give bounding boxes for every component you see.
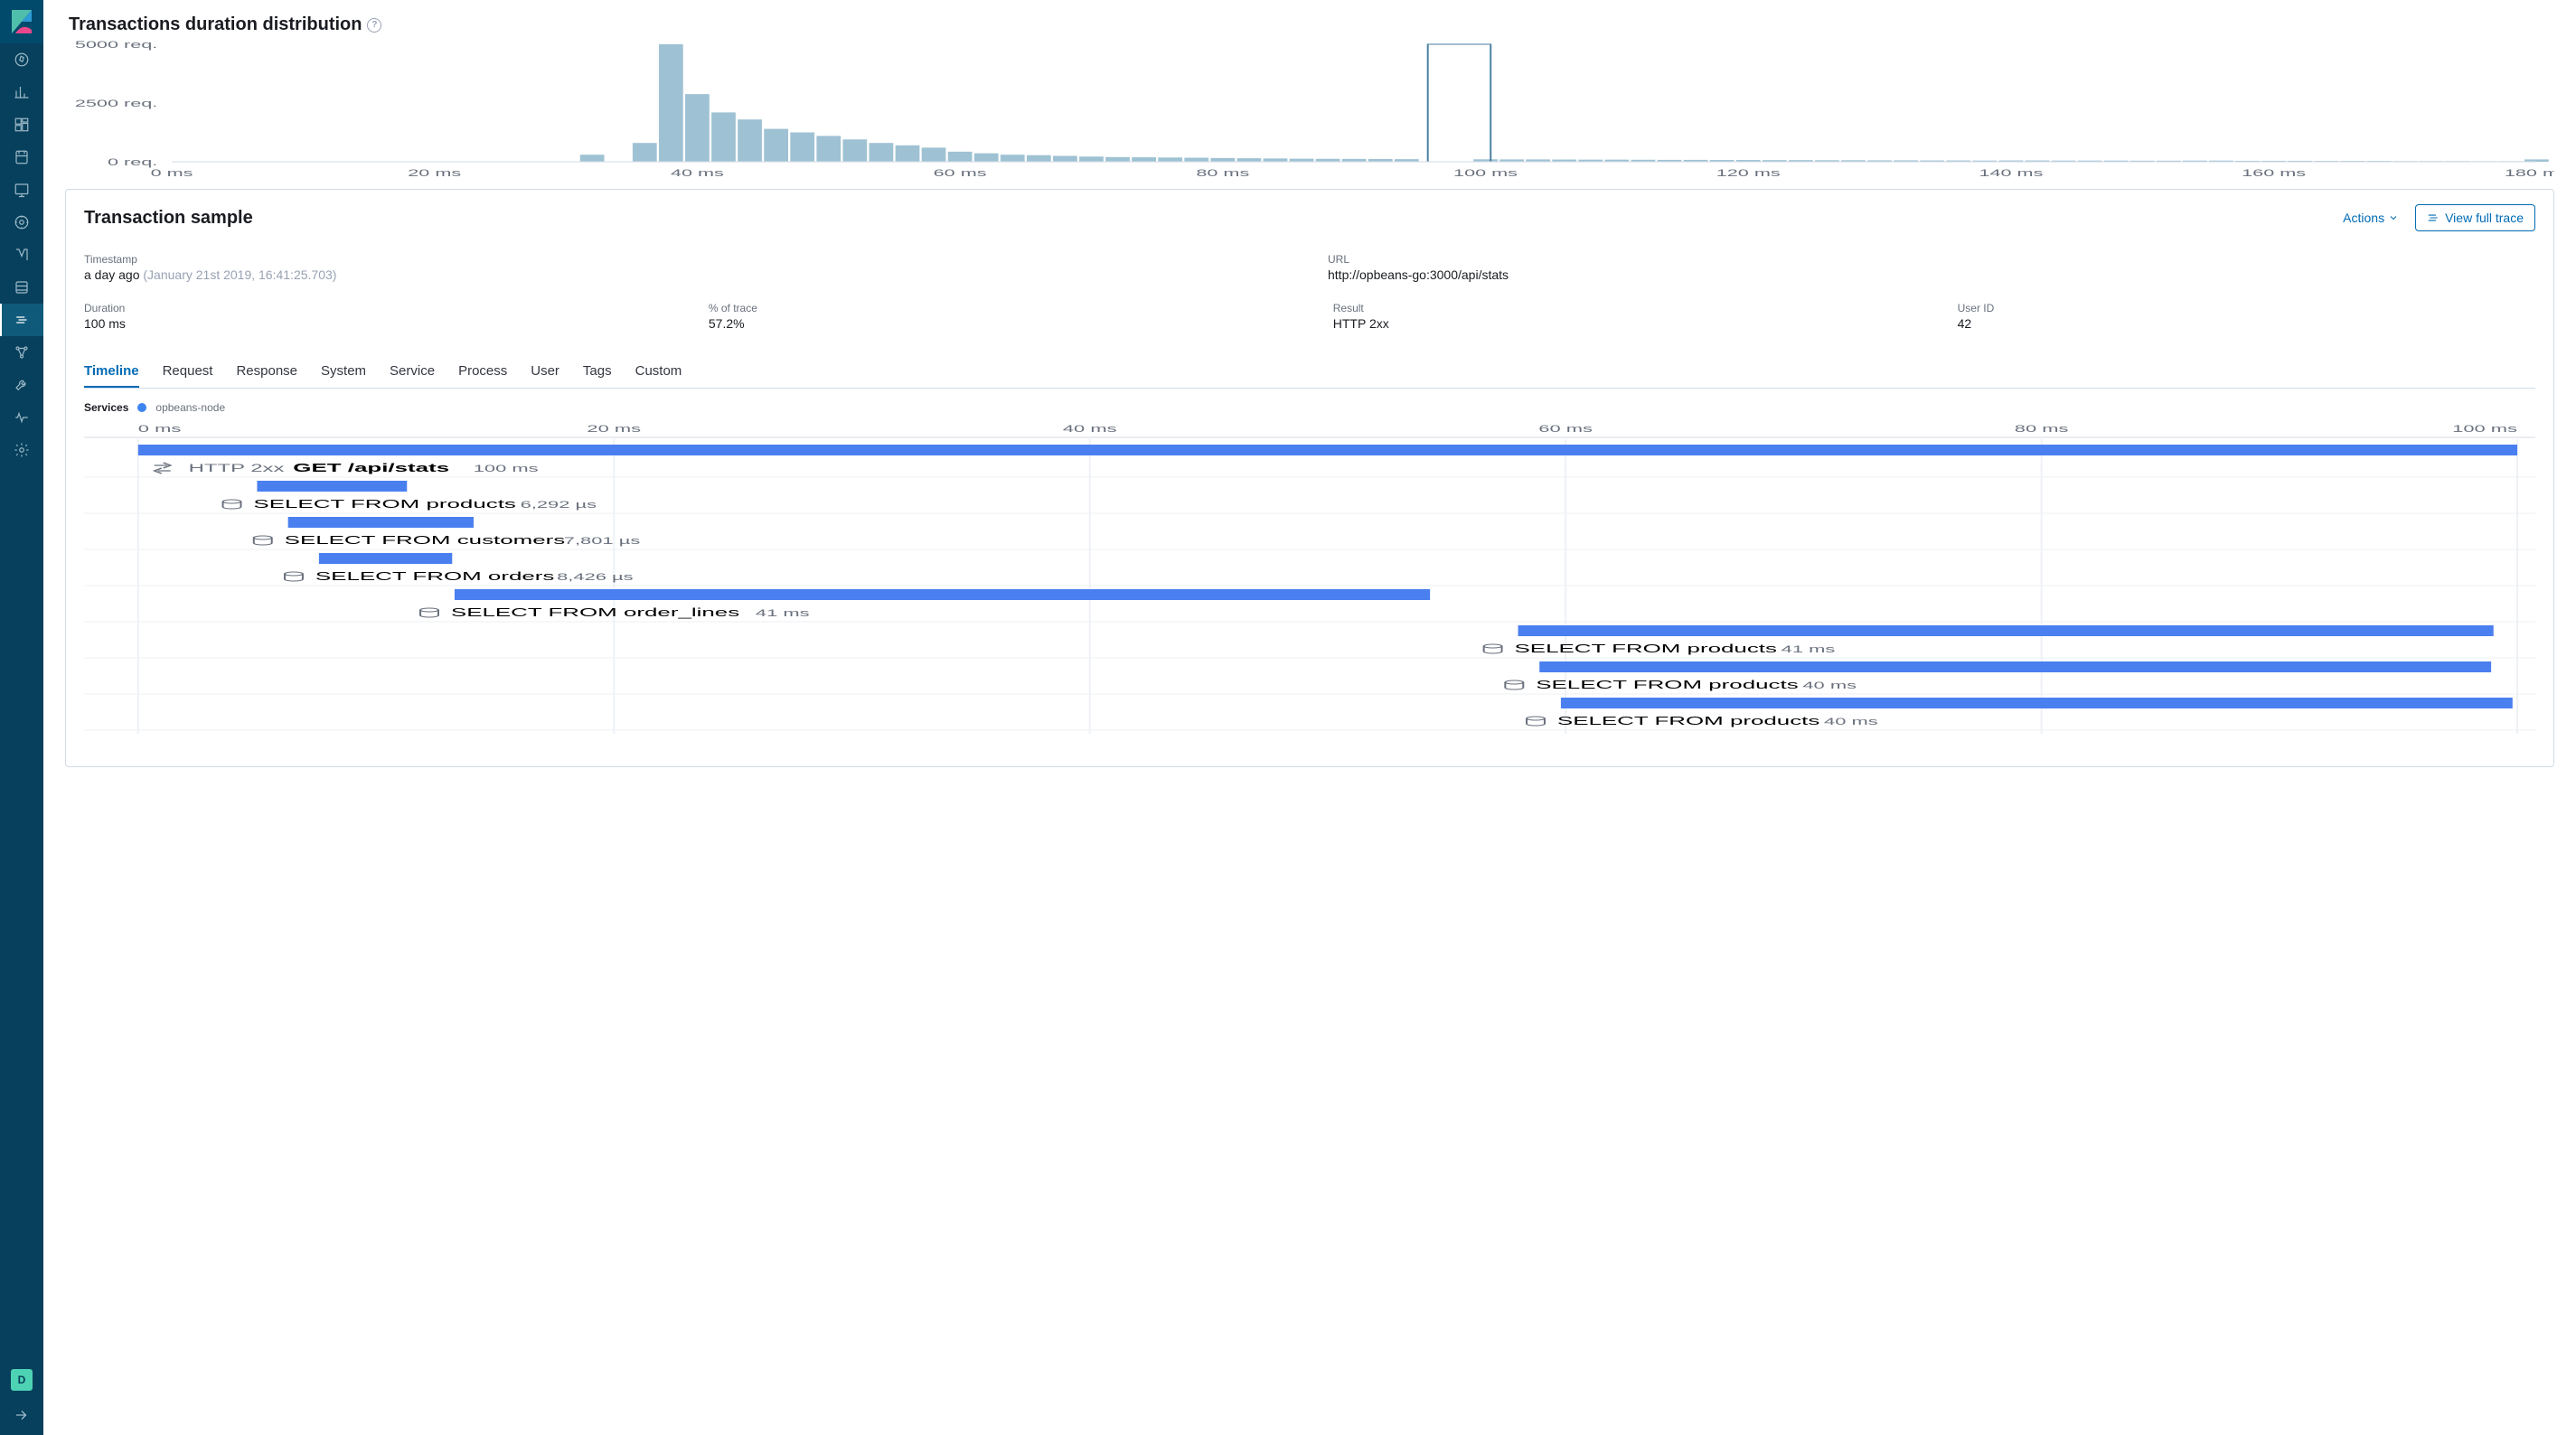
svg-text:SELECT FROM products: SELECT FROM products bbox=[1557, 715, 1819, 728]
svg-text:40 ms: 40 ms bbox=[1802, 680, 1857, 691]
svg-text:41 ms: 41 ms bbox=[756, 607, 810, 619]
svg-text:40 ms: 40 ms bbox=[1824, 716, 1878, 727]
panel-title: Transaction sample bbox=[84, 208, 2343, 229]
tab-service[interactable]: Service bbox=[390, 354, 435, 388]
nav-timelion-icon[interactable] bbox=[0, 141, 43, 174]
nav-discover-icon[interactable] bbox=[0, 43, 43, 76]
svg-text:2500 req.: 2500 req. bbox=[75, 98, 157, 109]
svg-text:60 ms: 60 ms bbox=[934, 167, 987, 179]
svg-text:GET /api/stats: GET /api/stats bbox=[293, 462, 449, 475]
nav-canvas-icon[interactable] bbox=[0, 174, 43, 206]
tab-tags[interactable]: Tags bbox=[583, 354, 612, 388]
svg-text:40 ms: 40 ms bbox=[671, 167, 724, 179]
nav-ml-icon[interactable] bbox=[0, 239, 43, 271]
nav-graph-icon[interactable] bbox=[0, 336, 43, 369]
svg-text:SELECT FROM orders: SELECT FROM orders bbox=[315, 570, 555, 584]
svg-text:20 ms: 20 ms bbox=[587, 423, 641, 435]
svg-text:8,426 µs: 8,426 µs bbox=[557, 571, 634, 583]
result-label: Result bbox=[1333, 302, 1922, 314]
duration-value: 100 ms bbox=[84, 316, 672, 331]
url-label: URL bbox=[1328, 253, 2535, 266]
sidebar: D bbox=[0, 0, 43, 1435]
svg-text:100 ms: 100 ms bbox=[1453, 167, 1518, 179]
trace-icon bbox=[2427, 211, 2440, 224]
svg-text:6,292 µs: 6,292 µs bbox=[521, 499, 597, 511]
kibana-logo[interactable] bbox=[0, 0, 43, 43]
tab-custom[interactable]: Custom bbox=[635, 354, 682, 388]
svg-text:SELECT FROM products: SELECT FROM products bbox=[1515, 642, 1777, 656]
nav-visualize-icon[interactable] bbox=[0, 76, 43, 108]
tabs: Timeline Request Response System Service Proc… bbox=[84, 354, 2535, 389]
svg-text:5000 req.: 5000 req. bbox=[75, 39, 157, 51]
timestamp-label: Timestamp bbox=[84, 253, 1292, 266]
histogram-chart[interactable]: 0 req. 2500 req. 5000 req. 0 ms 20 ms 40 ms 60… bbox=[65, 39, 2554, 180]
svg-text:SELECT FROM products: SELECT FROM products bbox=[253, 498, 515, 511]
url-value: http://opbeans-go:3000/api/stats bbox=[1328, 267, 2535, 282]
avatar[interactable]: D bbox=[11, 1369, 33, 1391]
user-value: 42 bbox=[1958, 316, 2546, 331]
view-full-trace-button[interactable]: View full trace bbox=[2415, 204, 2535, 231]
svg-text:120 ms: 120 ms bbox=[1716, 167, 1781, 179]
tab-user[interactable]: User bbox=[531, 354, 559, 388]
nav-dashboard-icon[interactable] bbox=[0, 108, 43, 141]
timeline-waterfall[interactable]: 0 ms 20 ms 40 ms 60 ms 80 ms 100 ms HTTP 2xx GE… bbox=[84, 419, 2535, 745]
svg-text:0 req.: 0 req. bbox=[108, 156, 157, 168]
svg-text:140 ms: 140 ms bbox=[1979, 167, 2043, 179]
svg-text:SELECT FROM products: SELECT FROM products bbox=[1536, 679, 1798, 692]
nav-infra-icon[interactable] bbox=[0, 271, 43, 304]
svg-text:180 ms: 180 ms bbox=[2505, 167, 2554, 179]
svg-text:SELECT FROM order_lines: SELECT FROM order_lines bbox=[451, 606, 739, 620]
chart-title: Transactions duration distribution ? bbox=[69, 14, 2554, 35]
svg-text:SELECT FROM customers: SELECT FROM customers bbox=[285, 534, 566, 548]
result-value: HTTP 2xx bbox=[1333, 316, 1922, 331]
actions-dropdown[interactable]: Actions bbox=[2343, 211, 2399, 225]
tab-timeline[interactable]: Timeline bbox=[84, 354, 139, 388]
collapse-sidebar-icon[interactable] bbox=[14, 1407, 30, 1428]
svg-text:7,801 µs: 7,801 µs bbox=[564, 535, 641, 547]
tab-process[interactable]: Process bbox=[458, 354, 507, 388]
transaction-sample-panel: Transaction sample Actions View full tra… bbox=[65, 189, 2554, 767]
timestamp-value: a day ago (January 21st 2019, 16:41:25.7… bbox=[84, 267, 1292, 282]
nav-devtools-icon[interactable] bbox=[0, 369, 43, 401]
svg-text:80 ms: 80 ms bbox=[2015, 423, 2069, 435]
main-content: Transactions duration distribution ? 0 r… bbox=[43, 0, 2576, 1435]
svg-text:41 ms: 41 ms bbox=[1782, 643, 1836, 655]
nav-maps-icon[interactable] bbox=[0, 206, 43, 239]
nav-monitoring-icon[interactable] bbox=[0, 401, 43, 434]
nav-apm-icon[interactable] bbox=[0, 304, 43, 336]
nav-management-icon[interactable] bbox=[0, 434, 43, 466]
service-name: opbeans-node bbox=[155, 401, 225, 414]
svg-text:HTTP 2xx: HTTP 2xx bbox=[189, 463, 285, 474]
duration-label: Duration bbox=[84, 302, 672, 314]
svg-text:100 ms: 100 ms bbox=[2452, 423, 2517, 435]
tab-system[interactable]: System bbox=[321, 354, 366, 388]
svg-text:60 ms: 60 ms bbox=[1538, 423, 1593, 435]
user-label: User ID bbox=[1958, 302, 2546, 314]
svg-text:0 ms: 0 ms bbox=[138, 423, 182, 435]
pct-value: 57.2% bbox=[709, 316, 1297, 331]
svg-text:80 ms: 80 ms bbox=[1196, 167, 1249, 179]
service-color-dot bbox=[137, 403, 146, 412]
services-label: Services bbox=[84, 401, 128, 414]
help-icon[interactable]: ? bbox=[367, 18, 381, 33]
pct-label: % of trace bbox=[709, 302, 1297, 314]
tab-request[interactable]: Request bbox=[163, 354, 213, 388]
svg-text:100 ms: 100 ms bbox=[474, 463, 539, 474]
tab-response[interactable]: Response bbox=[236, 354, 297, 388]
svg-text:160 ms: 160 ms bbox=[2242, 167, 2306, 179]
chevron-down-icon bbox=[2388, 212, 2399, 223]
svg-text:40 ms: 40 ms bbox=[1063, 423, 1117, 435]
svg-text:0 ms: 0 ms bbox=[151, 167, 193, 179]
svg-text:20 ms: 20 ms bbox=[408, 167, 461, 179]
